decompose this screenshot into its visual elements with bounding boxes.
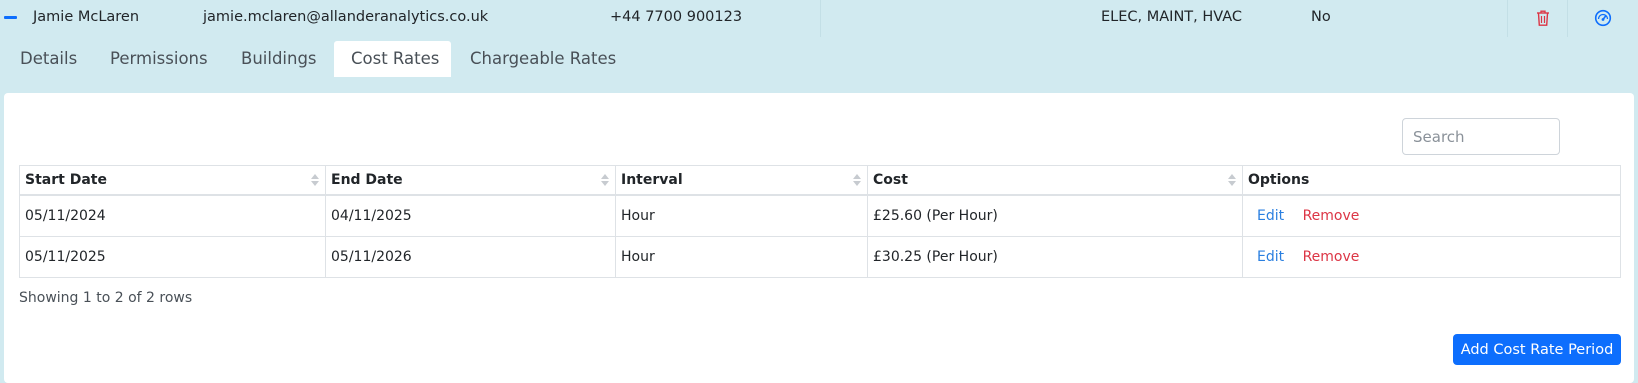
add-cost-rate-period-button[interactable]: Add Cost Rate Period [1453,334,1621,365]
edit-link[interactable]: Edit [1257,249,1284,265]
sort-icon[interactable] [311,174,319,187]
column-header-label: Cost [873,172,908,188]
cost-rates-panel: Start Date End Date Interval Cost Option… [4,93,1634,383]
search-input[interactable] [1402,118,1560,155]
tab-details[interactable]: Details [3,41,94,77]
end-date-cell: 05/11/2026 [325,236,616,278]
remove-link[interactable]: Remove [1303,249,1360,265]
column-header-label: End Date [331,172,403,188]
column-divider [820,0,821,37]
column-header-label: Options [1248,172,1310,188]
collapse-icon[interactable] [4,16,17,19]
column-header-interval[interactable]: Interval [615,165,868,196]
sort-icon[interactable] [1228,174,1236,187]
column-header-label: Start Date [25,172,107,188]
table-header-row: Start Date End Date Interval Cost Option… [19,165,1621,196]
column-header-start-date[interactable]: Start Date [19,165,326,196]
start-date-cell: 05/11/2024 [19,194,326,237]
user-phone: +44 7700 900123 [610,9,743,25]
column-divider [1567,0,1568,37]
end-date-cell: 04/11/2025 [325,194,616,237]
sort-icon[interactable] [601,174,609,187]
column-divider [1507,0,1508,37]
user-trades: ELEC, MAINT, HVAC [1101,9,1243,25]
trash-icon[interactable] [1535,9,1551,27]
column-header-end-date[interactable]: End Date [325,165,616,196]
tab-permissions[interactable]: Permissions [93,41,225,77]
tab-chargeable-rates[interactable]: Chargeable Rates [453,41,633,77]
user-flag: No [1311,9,1331,25]
interval-cell: Hour [615,236,868,278]
pagination-info: Showing 1 to 2 of 2 rows [19,290,193,306]
interval-cell: Hour [615,194,868,237]
remove-link[interactable]: Remove [1303,208,1360,224]
options-cell: Edit Remove [1242,194,1621,237]
options-cell: Edit Remove [1242,236,1621,278]
table-row: 05/11/2025 05/11/2026 Hour £30.25 (Per H… [19,236,1621,278]
start-date-cell: 05/11/2025 [19,236,326,278]
user-name: Jamie McLaren [33,9,140,25]
gauge-icon[interactable] [1594,9,1612,27]
edit-link[interactable]: Edit [1257,208,1284,224]
column-header-options: Options [1242,165,1621,196]
user-row: Jamie McLaren jamie.mclaren@allanderanal… [0,0,1638,37]
tab-cost-rates[interactable]: Cost Rates [334,41,451,77]
cost-rates-table: Start Date End Date Interval Cost Option… [19,165,1621,278]
table-row: 05/11/2024 04/11/2025 Hour £25.60 (Per H… [19,194,1621,237]
tab-buildings[interactable]: Buildings [224,41,334,77]
cost-cell: £30.25 (Per Hour) [867,236,1243,278]
user-email: jamie.mclaren@allanderanalytics.co.uk [203,9,489,25]
column-header-cost[interactable]: Cost [867,165,1243,196]
sort-icon[interactable] [853,174,861,187]
column-header-label: Interval [621,172,683,188]
cost-cell: £25.60 (Per Hour) [867,194,1243,237]
